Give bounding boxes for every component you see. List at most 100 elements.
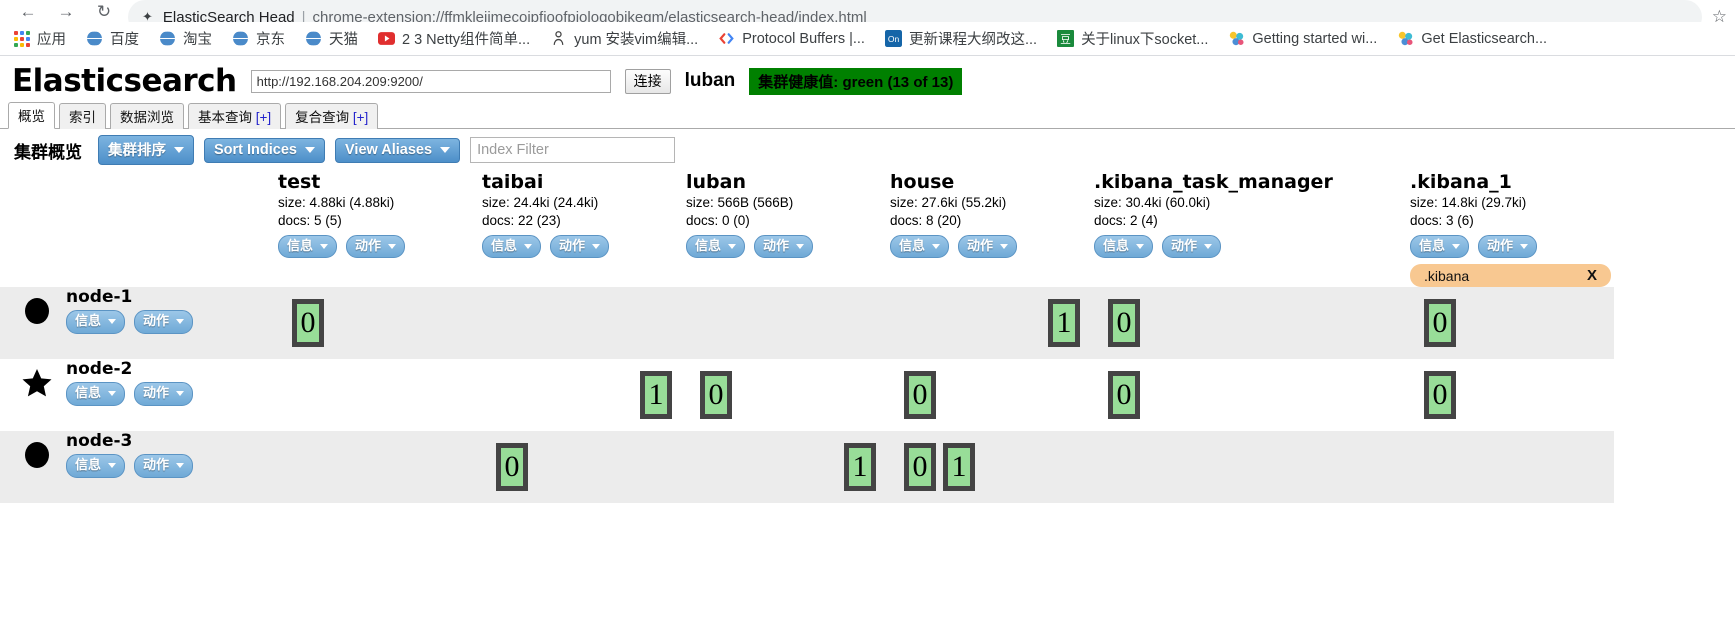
node-circle-icon [25, 297, 49, 324]
index-size: size: 14.8ki (29.7ki) [1410, 194, 1527, 210]
shard-box[interactable]: 0 [1108, 371, 1140, 420]
index-docs: docs: 5 (5) [278, 213, 342, 229]
shard-cell-node-2-kibana-1: 0 [1410, 359, 1614, 431]
shard-box[interactable]: 0 [1424, 299, 1456, 348]
index-info-button[interactable]: 信息 [1410, 235, 1470, 259]
connect-button[interactable]: 连接 [624, 68, 671, 94]
bookmark-course-outline[interactable]: On 更新课程大纲改这... [877, 24, 1045, 53]
tab-data-browser[interactable]: 数据浏览 [110, 103, 184, 129]
person-icon [553, 31, 564, 45]
node-info-button[interactable]: 信息 [66, 454, 126, 478]
shard-box[interactable]: 0 [1424, 371, 1456, 420]
index-action-button[interactable]: 动作 [550, 235, 610, 259]
bookmark-taobao[interactable]: 淘宝 [151, 24, 220, 53]
star-icon[interactable]: ☆ [1712, 7, 1727, 22]
address-bar[interactable]: ✦ ElasticSearch Head | chrome-extension:… [128, 0, 1702, 22]
page-title: ElasticSearch Head [162, 8, 295, 23]
omnibox-separator: | [301, 8, 306, 23]
tab-indices[interactable]: 索引 [59, 103, 106, 129]
bookmark-protocol-buffers[interactable]: Protocol Buffers |... [710, 26, 873, 51]
tab-composite-query[interactable]: 复合查询 [+] [285, 103, 379, 129]
node-info-button[interactable]: 信息 [66, 310, 126, 334]
back-arrow-icon[interactable]: ← [18, 1, 38, 21]
chevron-down-icon [176, 319, 185, 325]
bookmark-netty[interactable]: 2 3 Netty组件简单... [370, 24, 538, 53]
shard-box[interactable]: 1 [943, 443, 975, 492]
cluster-url-input[interactable] [250, 69, 611, 93]
globe-icon [86, 30, 103, 47]
bookmark-tmall[interactable]: 天猫 [297, 24, 366, 53]
shard-cell-node-3-taibai: 0 [482, 431, 686, 503]
node-info-button[interactable]: 信息 [66, 382, 126, 406]
cluster-dots-icon [1399, 31, 1413, 46]
chevron-down-icon [1000, 243, 1009, 249]
info-label: 信息 [75, 457, 102, 473]
view-aliases-button[interactable]: View Aliases [335, 137, 461, 163]
index-action-button[interactable]: 动作 [1478, 235, 1538, 259]
index-info-button[interactable]: 信息 [482, 235, 542, 259]
index-actions: 信息 动作 [278, 235, 482, 259]
close-icon[interactable]: X [1587, 267, 1597, 284]
chevron-down-icon [728, 243, 737, 249]
shard-box[interactable]: 1 [1048, 299, 1080, 348]
node-action-button[interactable]: 动作 [134, 310, 194, 334]
bookmark-getting-started[interactable]: Getting started wi... [1220, 26, 1385, 51]
bookmark-label: yum 安装vim编辑... [574, 32, 699, 48]
chevron-down-icon [592, 243, 601, 249]
chevron-down-icon [1136, 243, 1145, 249]
tab-basic-query[interactable]: 基本查询 [+] [188, 103, 282, 129]
sort-indices-button[interactable]: Sort Indices [204, 137, 325, 163]
shard-box[interactable]: 1 [844, 443, 876, 492]
info-label: 信息 [75, 313, 102, 329]
shard-box[interactable]: 0 [496, 443, 528, 492]
bookmark-jd[interactable]: 京东 [224, 24, 293, 53]
bookmark-get-elasticsearch[interactable]: Get Elasticsearch... [1389, 26, 1555, 51]
node-row: node-3 信息 动作 0 1 0 1 [0, 431, 1614, 504]
index-info-button[interactable]: 信息 [1094, 235, 1154, 259]
node-action-button[interactable]: 动作 [134, 382, 194, 406]
forward-arrow-icon[interactable]: → [56, 1, 76, 21]
index-action-button[interactable]: 动作 [1162, 235, 1222, 259]
index-action-button[interactable]: 动作 [958, 235, 1018, 259]
index-header-row: test size: 4.88ki (4.88ki) docs: 5 (5) 信… [0, 171, 1614, 288]
index-filter-input[interactable] [470, 137, 676, 163]
node-row: node-2 信息 动作 1 0 0 0 0 [0, 359, 1614, 432]
index-docs: docs: 2 (4) [1094, 213, 1158, 229]
node-name: node-2 [66, 359, 133, 380]
bookmark-label: Protocol Buffers |... [742, 30, 865, 47]
index-action-button[interactable]: 动作 [346, 235, 406, 259]
bookmark-apps[interactable]: 应用 [6, 24, 74, 53]
bookmark-yum-vim[interactable]: yum 安装vim编辑... [542, 24, 706, 53]
index-column-kibana-task-manager: .kibana_task_manager size: 30.4ki (60.0k… [1094, 171, 1410, 287]
shard-box[interactable]: 0 [1108, 299, 1140, 348]
index-alias-badge[interactable]: .kibana X [1410, 264, 1611, 288]
node-circle-icon [25, 441, 49, 468]
node-cell-node-1: node-1 信息 动作 [0, 287, 278, 359]
cluster-health-badge: 集群健康值: green (13 of 13) [749, 67, 963, 95]
reload-icon[interactable]: ↻ [94, 1, 114, 21]
index-info-button[interactable]: 信息 [686, 235, 746, 259]
shard-cell-node-1-test: 0 [278, 287, 482, 359]
bookmark-linux-socket[interactable]: 豆 关于linux下socket... [1049, 24, 1216, 53]
index-info-button[interactable]: 信息 [890, 235, 950, 259]
tab-overview[interactable]: 概览 [8, 102, 55, 129]
node-row: node-1 信息 动作 0 1 0 0 [0, 287, 1614, 360]
shard-box[interactable]: 0 [904, 371, 936, 420]
node-action-button[interactable]: 动作 [134, 454, 194, 478]
shard-box[interactable]: 1 [640, 371, 672, 420]
browser-nav-buttons: ← → ↻ [18, 1, 114, 21]
globe-icon [232, 30, 249, 47]
shard-cell-node-2-house: 0 [890, 359, 1094, 431]
bookmark-label: 应用 [37, 32, 66, 48]
cluster-dots-icon [1230, 31, 1244, 46]
sort-cluster-button[interactable]: 集群排序 [98, 135, 194, 165]
index-info-button[interactable]: 信息 [278, 235, 338, 259]
action-label: 动作 [763, 238, 790, 254]
shard-box[interactable]: 0 [904, 443, 936, 492]
bookmark-baidu[interactable]: 百度 [78, 24, 147, 53]
bookmark-label: 天猫 [329, 32, 358, 48]
shard-box[interactable]: 0 [292, 299, 324, 348]
index-actions: 信息 动作 [1094, 235, 1410, 259]
index-action-button[interactable]: 动作 [754, 235, 814, 259]
shard-box[interactable]: 0 [700, 371, 732, 420]
